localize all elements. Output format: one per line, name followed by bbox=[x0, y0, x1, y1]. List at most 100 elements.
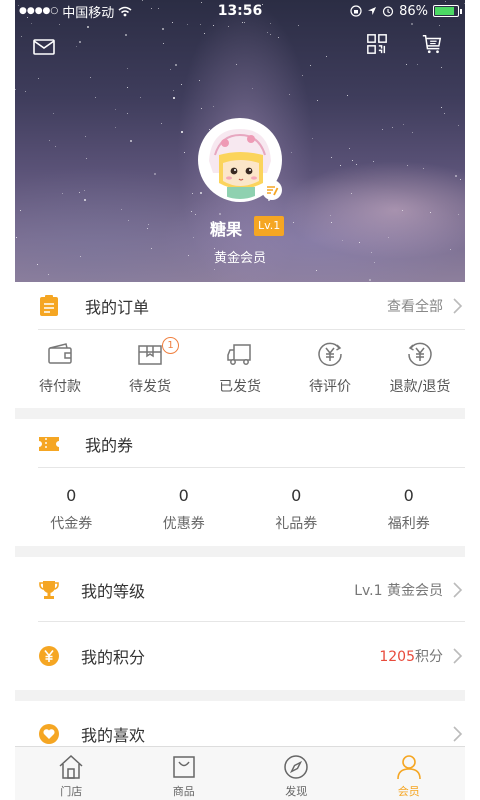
order-label: 待付款 bbox=[39, 379, 81, 395]
battery-level bbox=[435, 7, 454, 15]
star-dot bbox=[455, 175, 457, 177]
order-label: 待评价 bbox=[309, 379, 351, 395]
star-dot bbox=[192, 193, 193, 194]
star-dot bbox=[140, 97, 141, 98]
star-dot bbox=[430, 212, 431, 213]
star-dot bbox=[402, 210, 403, 211]
star-dot bbox=[458, 214, 459, 215]
star-dot bbox=[326, 56, 327, 57]
star-dot bbox=[359, 242, 360, 243]
battery-percent: 86% bbox=[399, 3, 428, 19]
orders-header[interactable]: 我的订单 查看全部 bbox=[38, 282, 465, 330]
star-dot bbox=[267, 32, 268, 33]
bottom-tab-bar: 门店 商品 发现 会员 bbox=[15, 746, 465, 800]
order-status-row: 待付款 1 待发货 已发货 待评价 退款/退货 bbox=[15, 332, 465, 408]
star-dot bbox=[38, 78, 39, 79]
star-dot bbox=[444, 113, 445, 114]
compass-icon bbox=[284, 755, 308, 779]
star-dot bbox=[121, 209, 122, 210]
trophy-icon bbox=[39, 580, 59, 599]
tab-store[interactable]: 门店 bbox=[15, 747, 128, 800]
yen-review-icon bbox=[318, 342, 342, 367]
alarm-icon bbox=[382, 6, 394, 17]
star-dot bbox=[20, 210, 21, 211]
star-dot bbox=[270, 34, 271, 35]
star-dot bbox=[278, 37, 279, 38]
star-dot bbox=[173, 90, 174, 91]
star-dot bbox=[244, 22, 245, 23]
tab-label: 会员 bbox=[397, 785, 420, 798]
star-dot bbox=[403, 124, 404, 125]
section-divider bbox=[15, 690, 465, 701]
star-dot bbox=[84, 190, 85, 191]
coupon-cash[interactable]: 0 代金券 bbox=[15, 470, 128, 546]
order-label: 退款/退货 bbox=[389, 379, 451, 395]
chevron-right-icon bbox=[453, 726, 463, 742]
coupon-count: 0 bbox=[403, 486, 414, 505]
star-dot bbox=[79, 192, 80, 193]
yen-refund-icon bbox=[408, 342, 432, 367]
coupon-discount[interactable]: 0 优惠券 bbox=[128, 470, 241, 546]
star-dot bbox=[316, 270, 317, 271]
star-dot bbox=[289, 94, 290, 95]
coupons-header[interactable]: 我的券 bbox=[38, 420, 465, 468]
edit-profile-icon[interactable] bbox=[262, 180, 282, 200]
star-dot bbox=[181, 84, 182, 85]
my-points-row[interactable]: 我的积分 1205积分 bbox=[38, 624, 465, 688]
member-icon bbox=[396, 755, 421, 780]
star-dot bbox=[181, 131, 183, 133]
member-type: 黄金会员 bbox=[213, 251, 266, 266]
order-pending-payment[interactable]: 待付款 bbox=[15, 332, 105, 408]
star-dot bbox=[172, 22, 173, 23]
coupon-gift[interactable]: 0 礼品券 bbox=[240, 470, 353, 546]
star-dot bbox=[349, 148, 350, 149]
tab-products[interactable]: 商品 bbox=[128, 747, 241, 800]
order-pending-shipment[interactable]: 1 待发货 bbox=[105, 332, 195, 408]
order-shipped[interactable]: 已发货 bbox=[195, 332, 285, 408]
star-dot bbox=[200, 24, 201, 25]
star-dot bbox=[441, 107, 442, 108]
tab-discover[interactable]: 发现 bbox=[240, 747, 353, 800]
star-dot bbox=[373, 161, 374, 162]
star-dot bbox=[331, 222, 332, 223]
star-dot bbox=[356, 164, 357, 165]
my-points-label: 我的积分 bbox=[81, 648, 146, 667]
my-level-row[interactable]: 我的等级 Lv.1 黄金会员 bbox=[38, 558, 465, 622]
view-all-orders-link[interactable]: 查看全部 bbox=[387, 296, 443, 316]
star-dot bbox=[204, 33, 205, 34]
star-dot bbox=[161, 123, 162, 124]
order-pending-review[interactable]: 待评价 bbox=[285, 332, 375, 408]
star-dot bbox=[95, 97, 96, 98]
star-dot bbox=[270, 23, 271, 24]
star-dot bbox=[201, 108, 202, 109]
star-dot bbox=[342, 240, 343, 241]
mail-icon[interactable] bbox=[32, 36, 56, 58]
star-dot bbox=[53, 113, 54, 114]
coupon-welfare[interactable]: 0 福利券 bbox=[353, 470, 466, 546]
star-dot bbox=[76, 46, 77, 47]
star-dot bbox=[127, 113, 128, 114]
tab-member[interactable]: 会员 bbox=[353, 747, 466, 800]
cart-icon[interactable] bbox=[420, 33, 444, 55]
clipboard-icon bbox=[38, 294, 60, 317]
qr-code-icon[interactable] bbox=[365, 33, 389, 55]
coupons-title: 我的券 bbox=[85, 435, 134, 455]
star-dot bbox=[441, 67, 442, 68]
star-dot bbox=[439, 25, 440, 26]
star-dot bbox=[200, 192, 202, 194]
star-dot bbox=[460, 179, 461, 180]
order-refund[interactable]: 退款/退货 bbox=[375, 332, 465, 408]
star-dot bbox=[130, 140, 132, 142]
star-dot bbox=[125, 34, 127, 36]
star-dot bbox=[31, 23, 32, 24]
star-dot bbox=[85, 136, 86, 137]
my-points-value: 1205积分 bbox=[379, 646, 443, 666]
coupon-counts: 0 代金券 0 优惠券 0 礼品券 0 福利券 bbox=[15, 470, 465, 546]
star-dot bbox=[382, 129, 383, 130]
coupon-count: 0 bbox=[178, 486, 189, 505]
points-unit: 积分 bbox=[415, 649, 443, 665]
star-dot bbox=[62, 193, 63, 194]
star-dot bbox=[199, 80, 200, 81]
coupon-label: 福利券 bbox=[387, 516, 430, 532]
star-dot bbox=[55, 146, 56, 147]
